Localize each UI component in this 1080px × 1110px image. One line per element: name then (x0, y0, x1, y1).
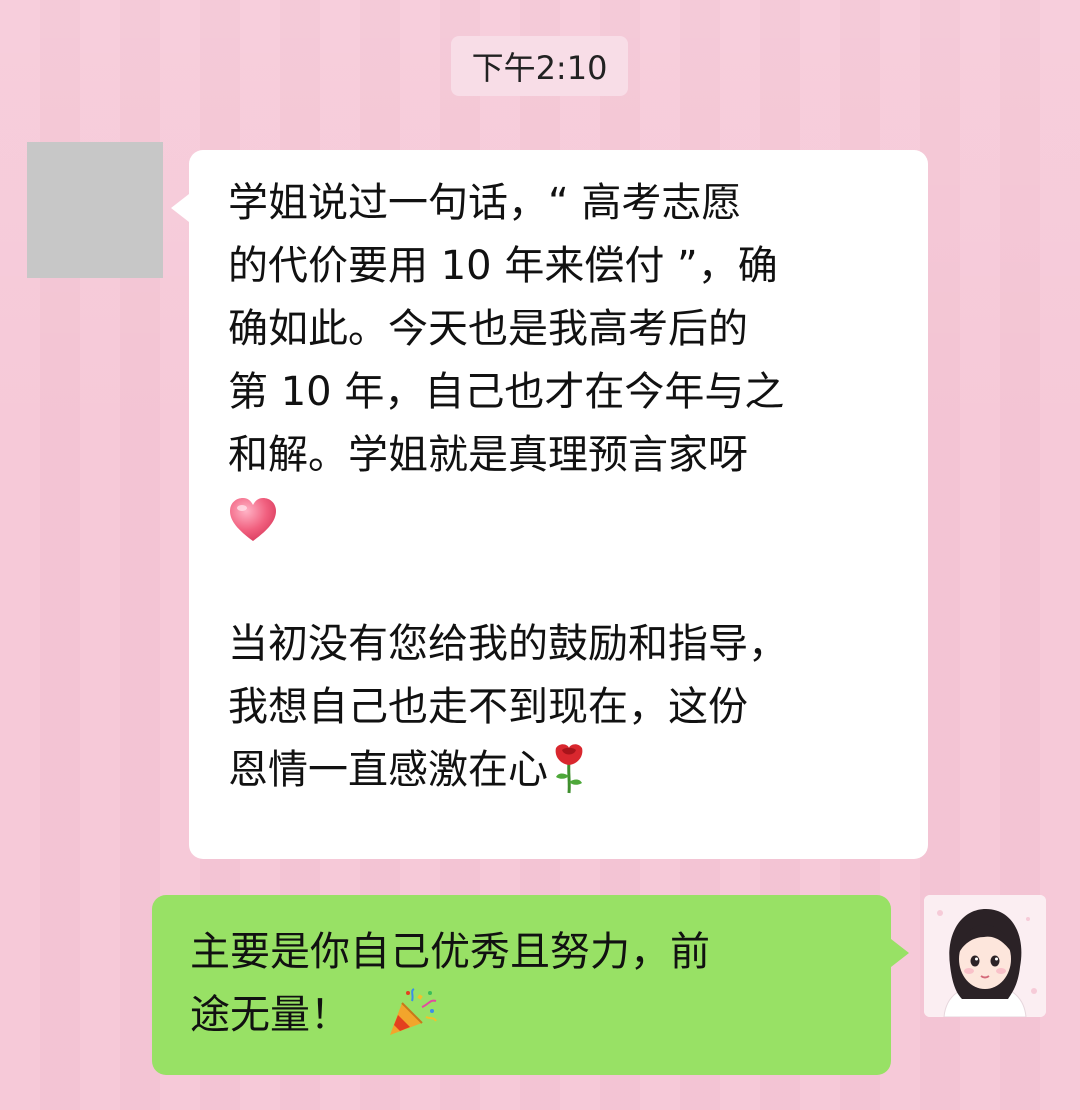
heart-icon (228, 497, 278, 543)
message-line: 当初没有您给我的鼓励和指导， (228, 621, 788, 667)
message-line-text: 途无量！ (190, 992, 350, 1038)
message-line: 我想自己也走不到现在，这份 (228, 684, 748, 730)
message-line: 恩情一直感激在心 (228, 739, 788, 802)
message-line: 确如此。今天也是我高考后的 (228, 306, 748, 352)
incoming-message-bubble[interactable]: 学姐说过一句话，“ 高考志愿 的代价要用 10 年来偿付 ”，确 确如此。今天也… (171, 150, 928, 859)
rose-icon (552, 742, 586, 794)
message-line: 主要是你自己优秀且努力，前 (190, 929, 710, 975)
outgoing-message-bubble[interactable]: 主要是你自己优秀且努力，前 途无量！ (152, 895, 909, 1075)
message-line: 途无量！ (190, 984, 710, 1047)
party-popper-icon (386, 987, 438, 1039)
incoming-message-text: 学姐说过一句话，“ 高考志愿 的代价要用 10 年来偿付 ”，确 确如此。今天也… (228, 172, 788, 802)
message-line: 学姐说过一句话，“ 高考志愿 (228, 180, 742, 226)
message-line: 和解。学姐就是真理预言家呀 (228, 432, 748, 478)
message-timestamp: 下午2:10 (451, 36, 628, 96)
user-avatar[interactable] (924, 895, 1046, 1017)
outgoing-message-text: 主要是你自己优秀且努力，前 途无量！ (190, 921, 710, 1047)
message-line-text: 恩情一直感激在心 (228, 747, 548, 793)
contact-avatar[interactable] (27, 142, 163, 278)
message-line: 第 10 年，自己也才在今年与之 (228, 369, 785, 415)
message-line (228, 487, 788, 550)
message-line: 的代价要用 10 年来偿付 ”，确 (228, 243, 778, 289)
